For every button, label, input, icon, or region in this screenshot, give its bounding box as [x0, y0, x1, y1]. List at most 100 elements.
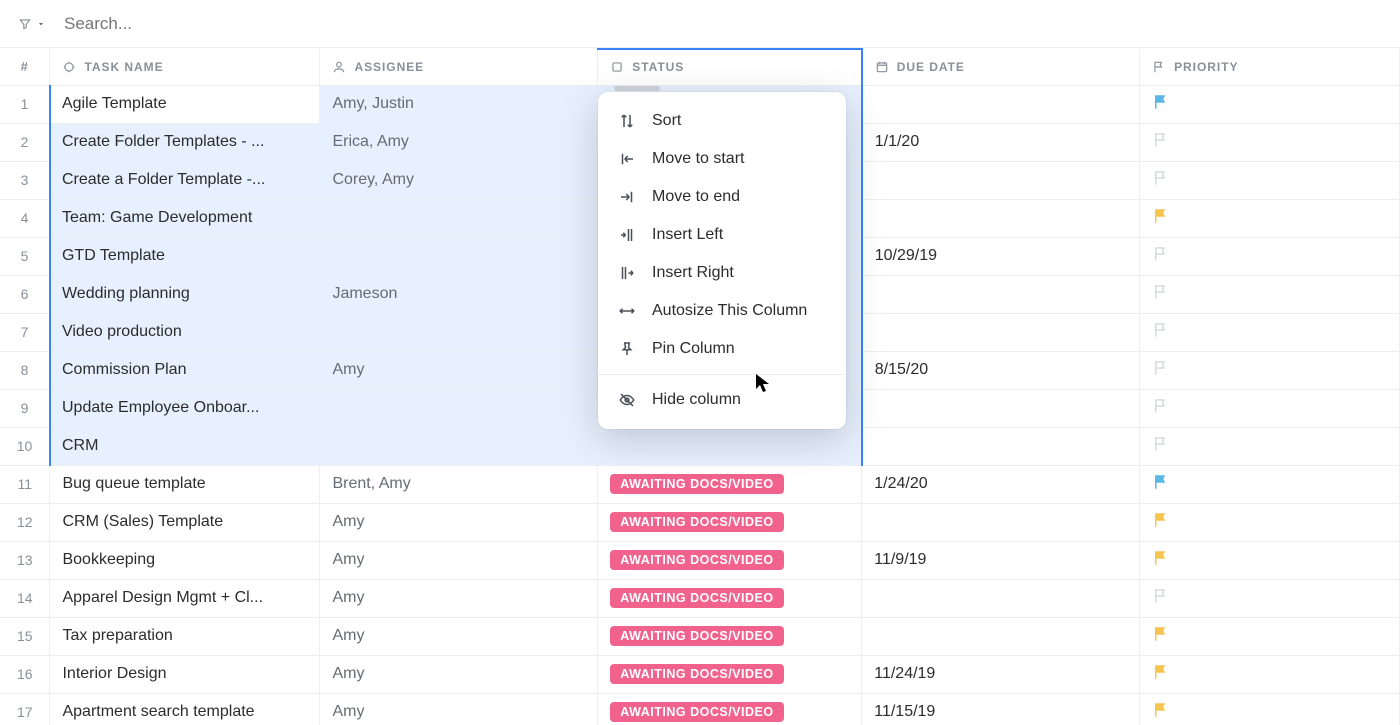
- due-date-cell[interactable]: 1/1/20: [862, 123, 1140, 161]
- task-name-cell[interactable]: Create a Folder Template -...: [50, 161, 320, 199]
- task-name-cell[interactable]: GTD Template: [50, 237, 320, 275]
- table-row[interactable]: 14Apparel Design Mgmt + Cl...AmyAWAITING…: [0, 579, 1400, 617]
- task-name-cell[interactable]: Apartment search template: [50, 693, 320, 725]
- assignee-cell[interactable]: Erica, Amy: [320, 123, 598, 161]
- due-date-cell[interactable]: 10/29/19: [862, 237, 1140, 275]
- task-name-cell[interactable]: Create Folder Templates - ...: [50, 123, 320, 161]
- task-name-cell[interactable]: Agile Template: [50, 85, 320, 123]
- due-date-cell[interactable]: [862, 617, 1140, 655]
- status-cell[interactable]: AWAITING DOCS/VIDEO: [598, 503, 862, 541]
- status-cell[interactable]: AWAITING DOCS/VIDEO: [598, 579, 862, 617]
- assignee-cell[interactable]: Corey, Amy: [320, 161, 598, 199]
- menu-insert-left[interactable]: Insert Left: [598, 216, 846, 254]
- priority-cell[interactable]: [1140, 237, 1400, 275]
- status-cell[interactable]: AWAITING DOCS/VIDEO: [598, 617, 862, 655]
- due-date-cell[interactable]: 11/15/19: [862, 693, 1140, 725]
- task-name-cell[interactable]: Tax preparation: [50, 617, 320, 655]
- assignee-cell[interactable]: Amy: [320, 655, 598, 693]
- menu-hide[interactable]: Hide column: [598, 381, 846, 419]
- due-date-cell[interactable]: [862, 313, 1140, 351]
- search-input[interactable]: [62, 13, 1382, 35]
- assignee-cell[interactable]: [320, 237, 598, 275]
- status-badge[interactable]: AWAITING DOCS/VIDEO: [610, 702, 783, 722]
- due-date-cell[interactable]: [862, 199, 1140, 237]
- due-date-cell[interactable]: [862, 427, 1140, 465]
- due-date-cell[interactable]: [862, 85, 1140, 123]
- table-row[interactable]: 15Tax preparationAmyAWAITING DOCS/VIDEO: [0, 617, 1400, 655]
- task-name-cell[interactable]: Wedding planning: [50, 275, 320, 313]
- priority-cell[interactable]: [1140, 123, 1400, 161]
- priority-cell[interactable]: [1140, 579, 1400, 617]
- priority-cell[interactable]: [1140, 313, 1400, 351]
- assignee-cell[interactable]: Brent, Amy: [320, 465, 598, 503]
- task-name-cell[interactable]: CRM: [50, 427, 320, 465]
- priority-cell[interactable]: [1140, 541, 1400, 579]
- col-header-priority[interactable]: PRIORITY: [1140, 49, 1400, 85]
- assignee-cell[interactable]: Amy: [320, 503, 598, 541]
- status-cell[interactable]: AWAITING DOCS/VIDEO: [598, 465, 862, 503]
- priority-cell[interactable]: [1140, 351, 1400, 389]
- task-name-cell[interactable]: Apparel Design Mgmt + Cl...: [50, 579, 320, 617]
- priority-cell[interactable]: [1140, 427, 1400, 465]
- due-date-cell[interactable]: 1/24/20: [862, 465, 1140, 503]
- priority-cell[interactable]: [1140, 617, 1400, 655]
- col-header-task[interactable]: TASK NAME: [50, 49, 320, 85]
- priority-cell[interactable]: [1140, 85, 1400, 123]
- task-name-cell[interactable]: Interior Design: [50, 655, 320, 693]
- table-row[interactable]: 11Bug queue templateBrent, AmyAWAITING D…: [0, 465, 1400, 503]
- due-date-cell[interactable]: 11/9/19: [862, 541, 1140, 579]
- col-header-number[interactable]: #: [0, 49, 50, 85]
- status-cell[interactable]: AWAITING DOCS/VIDEO: [598, 541, 862, 579]
- status-badge[interactable]: AWAITING DOCS/VIDEO: [610, 626, 783, 646]
- assignee-cell[interactable]: Amy: [320, 617, 598, 655]
- due-date-cell[interactable]: [862, 275, 1140, 313]
- due-date-cell[interactable]: [862, 503, 1140, 541]
- menu-sort[interactable]: Sort: [598, 102, 846, 140]
- due-date-cell[interactable]: [862, 389, 1140, 427]
- assignee-cell[interactable]: [320, 389, 598, 427]
- assignee-cell[interactable]: Amy: [320, 579, 598, 617]
- task-name-cell[interactable]: Video production: [50, 313, 320, 351]
- col-header-assignee[interactable]: ASSIGNEE: [320, 49, 598, 85]
- filter-button[interactable]: [18, 17, 46, 31]
- assignee-cell[interactable]: [320, 199, 598, 237]
- assignee-cell[interactable]: [320, 427, 598, 465]
- status-cell[interactable]: AWAITING DOCS/VIDEO: [598, 655, 862, 693]
- status-cell[interactable]: [598, 427, 862, 465]
- assignee-cell[interactable]: Amy, Justin: [320, 85, 598, 123]
- menu-autosize[interactable]: Autosize This Column: [598, 292, 846, 330]
- task-name-cell[interactable]: Update Employee Onboar...: [50, 389, 320, 427]
- table-row[interactable]: 13BookkeepingAmyAWAITING DOCS/VIDEO11/9/…: [0, 541, 1400, 579]
- status-badge[interactable]: AWAITING DOCS/VIDEO: [610, 550, 783, 570]
- column-drag-handle[interactable]: [614, 86, 660, 91]
- table-row[interactable]: 16Interior DesignAmyAWAITING DOCS/VIDEO1…: [0, 655, 1400, 693]
- priority-cell[interactable]: [1140, 161, 1400, 199]
- menu-pin[interactable]: Pin Column: [598, 330, 846, 368]
- priority-cell[interactable]: [1140, 655, 1400, 693]
- task-name-cell[interactable]: Bookkeeping: [50, 541, 320, 579]
- status-badge[interactable]: AWAITING DOCS/VIDEO: [610, 588, 783, 608]
- table-row[interactable]: 10CRM: [0, 427, 1400, 465]
- col-header-status[interactable]: STATUS: [598, 49, 862, 85]
- due-date-cell[interactable]: 8/15/20: [862, 351, 1140, 389]
- col-header-due[interactable]: DUE DATE: [862, 49, 1140, 85]
- status-badge[interactable]: AWAITING DOCS/VIDEO: [610, 474, 783, 494]
- due-date-cell[interactable]: 11/24/19: [862, 655, 1140, 693]
- assignee-cell[interactable]: [320, 313, 598, 351]
- assignee-cell[interactable]: Jameson: [320, 275, 598, 313]
- due-date-cell[interactable]: [862, 161, 1140, 199]
- due-date-cell[interactable]: [862, 579, 1140, 617]
- assignee-cell[interactable]: Amy: [320, 693, 598, 725]
- priority-cell[interactable]: [1140, 389, 1400, 427]
- task-name-cell[interactable]: Commission Plan: [50, 351, 320, 389]
- table-row[interactable]: 12CRM (Sales) TemplateAmyAWAITING DOCS/V…: [0, 503, 1400, 541]
- assignee-cell[interactable]: Amy: [320, 351, 598, 389]
- priority-cell[interactable]: [1140, 693, 1400, 725]
- status-badge[interactable]: AWAITING DOCS/VIDEO: [610, 512, 783, 532]
- status-cell[interactable]: AWAITING DOCS/VIDEO: [598, 693, 862, 725]
- status-badge[interactable]: AWAITING DOCS/VIDEO: [610, 664, 783, 684]
- task-name-cell[interactable]: Team: Game Development: [50, 199, 320, 237]
- table-row[interactable]: 17Apartment search templateAmyAWAITING D…: [0, 693, 1400, 725]
- priority-cell[interactable]: [1140, 199, 1400, 237]
- priority-cell[interactable]: [1140, 503, 1400, 541]
